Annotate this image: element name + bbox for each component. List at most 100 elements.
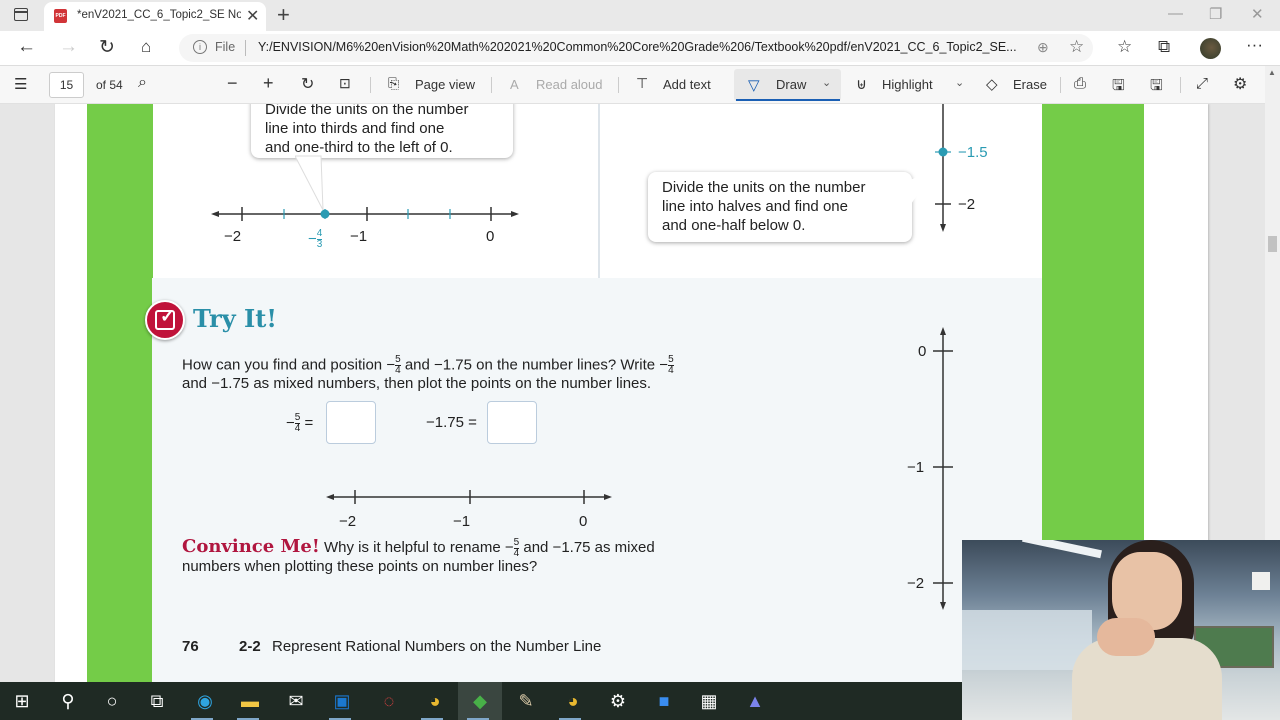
scrollbar-thumb[interactable] (1268, 236, 1277, 252)
search-icon[interactable]: ⚲ (55, 688, 81, 714)
draw-button[interactable]: ▽ Draw ⌄ (734, 69, 841, 101)
zoom-app-icon[interactable]: ■ (651, 688, 677, 714)
rotate-icon[interactable]: ↻ (301, 74, 314, 94)
convince-line-2: numbers when plotting these points on nu… (182, 558, 538, 575)
fit-page-icon[interactable]: ⊡ (339, 75, 351, 92)
cortana-icon[interactable]: ○ (99, 688, 125, 714)
minus-sign: − (386, 356, 396, 374)
file-explorer-icon[interactable]: ▬ (237, 688, 263, 714)
highlight-options-chevron-icon[interactable]: ⌄ (955, 76, 964, 89)
zoom-out-icon[interactable]: − (227, 73, 238, 94)
collections-icon[interactable]: ⧉ (1158, 37, 1170, 57)
erase-icon[interactable]: ◇ (986, 75, 998, 93)
mail-icon[interactable]: ✉ (283, 688, 309, 714)
convince-line-1: Convince Me! Why is it helpful to rename… (182, 536, 655, 559)
app-green-icon[interactable]: ◆ (467, 688, 493, 714)
try-it-horizontal-number-line[interactable] (320, 484, 620, 514)
refresh-icon[interactable]: ↻ (99, 36, 115, 59)
settings-icon[interactable]: ⚙ (1233, 74, 1247, 94)
callout-line: line into halves and find one (662, 198, 848, 215)
tick-label: −1 (350, 228, 368, 245)
browser-tab[interactable]: PDF *enV2021_CC_6_Topic2_SE Notes ✕ (44, 2, 266, 31)
save-icon[interactable]: 🖫 (1112, 75, 1125, 100)
edge-icon[interactable]: ◉ (192, 688, 218, 714)
try-it-badge: ✓ (145, 300, 185, 340)
minimize-button[interactable]: — (1168, 5, 1183, 22)
task-view-icon[interactable]: ⧉ (144, 688, 170, 714)
calculator-icon[interactable]: ▦ (696, 688, 722, 714)
zoom-in-icon[interactable]: + (263, 73, 274, 94)
page-view-icon[interactable]: ⎘ (388, 75, 399, 92)
save-as-icon[interactable]: 🖫 (1150, 75, 1163, 100)
tick-label: −2 (339, 513, 357, 530)
arrow-left (326, 494, 334, 500)
url-text[interactable]: Y:/ENVISION/M6%20enVision%20Math%202021%… (258, 40, 1017, 54)
add-text-icon[interactable]: ⊤ (636, 75, 648, 92)
webcam-overlay[interactable] (962, 540, 1280, 720)
home-icon[interactable]: ⌂ (141, 37, 151, 57)
decimal-equation: −1.75 = (426, 414, 477, 431)
add-favorite-icon[interactable]: ☆ (1069, 37, 1084, 57)
tick-label: 0 (486, 228, 495, 245)
fullscreen-icon[interactable]: ⤢ (1196, 75, 1208, 92)
callout-halves: Divide the units on the number line into… (648, 172, 912, 242)
read-aloud-button[interactable]: Read aloud (536, 77, 603, 92)
lesson-title: Represent Rational Numbers on the Number… (272, 638, 602, 655)
tab-strip: PDF *enV2021_CC_6_Topic2_SE Notes ✕ + — … (0, 0, 1280, 31)
outlook-icon[interactable]: ▣ (329, 688, 355, 714)
pdf-icon: PDF (54, 9, 67, 23)
answer-box-decimal[interactable] (487, 401, 537, 444)
print-icon[interactable]: ⎙ (1074, 75, 1086, 92)
tab-close-icon[interactable]: ✕ (246, 6, 259, 26)
restore-button[interactable]: ❐ (1209, 5, 1222, 23)
try-it-vertical-number-line[interactable] (925, 324, 965, 614)
arrow-left (211, 211, 219, 217)
page-number-input[interactable]: 15 (49, 72, 84, 98)
chrome-icon[interactable]: ◕ (422, 688, 448, 714)
window-blinds (962, 610, 1092, 670)
tick-label: 0 (918, 343, 927, 360)
person-hand (1097, 618, 1155, 656)
arrow-down (940, 602, 946, 610)
teams-icon[interactable]: ▲ (742, 688, 768, 714)
minus-sign: − (504, 539, 514, 556)
search-icon[interactable]: ⌕ (138, 74, 147, 92)
contents-icon[interactable]: ☰ (14, 75, 27, 93)
profile-avatar[interactable] (1200, 38, 1221, 59)
ceiling-light (1022, 540, 1102, 559)
highlight-icon[interactable]: ⊎ (856, 75, 867, 93)
erase-button[interactable]: Erase (1013, 77, 1047, 92)
tick-label: −1 (453, 513, 471, 530)
example-divider (598, 104, 600, 278)
text-run: and −1.75 as mixed (523, 539, 655, 556)
frac-num: 5 (395, 354, 401, 365)
tick-label: 0 (579, 513, 588, 530)
paint-icon[interactable]: ✎ (513, 688, 539, 714)
more-icon[interactable]: ··· (1246, 35, 1263, 55)
forward-icon[interactable]: → (59, 36, 78, 58)
favorites-icon[interactable]: ☆ (1117, 37, 1132, 57)
close-window-button[interactable]: ✕ (1251, 5, 1264, 23)
frac-num: 5 (513, 536, 520, 548)
answer-box-fraction[interactable] (326, 401, 376, 444)
highlight-button[interactable]: Highlight (882, 77, 933, 92)
arrow-right (604, 494, 612, 500)
info-icon[interactable]: i (193, 40, 207, 54)
messaging-icon[interactable]: ◌ (376, 688, 402, 714)
add-text-button[interactable]: Add text (663, 77, 711, 92)
scroll-up-icon[interactable]: ▲ (1268, 68, 1276, 77)
windows-start-icon[interactable]: ⊞ (9, 688, 35, 714)
try-it-panel (152, 278, 1042, 682)
question-line-2: and −1.75 as mixed numbers, then plot th… (182, 375, 652, 392)
page-view-button[interactable]: Page view (415, 77, 475, 92)
draw-options-chevron-icon[interactable]: ⌄ (822, 76, 831, 89)
settings-icon[interactable]: ⚙ (605, 688, 631, 714)
back-icon[interactable]: ← (17, 36, 36, 58)
tab-actions-icon[interactable] (14, 8, 28, 21)
equals-sign: = (304, 414, 314, 432)
chrome-profile-icon[interactable]: ◕ (560, 688, 586, 714)
new-tab-button[interactable]: + (277, 2, 290, 28)
callout-line: and one-half below 0. (662, 217, 806, 234)
address-bar[interactable]: i File Y:/ENVISION/M6%20enVision%20Math%… (179, 34, 1093, 62)
zoom-icon[interactable]: ⊕ (1037, 39, 1049, 56)
